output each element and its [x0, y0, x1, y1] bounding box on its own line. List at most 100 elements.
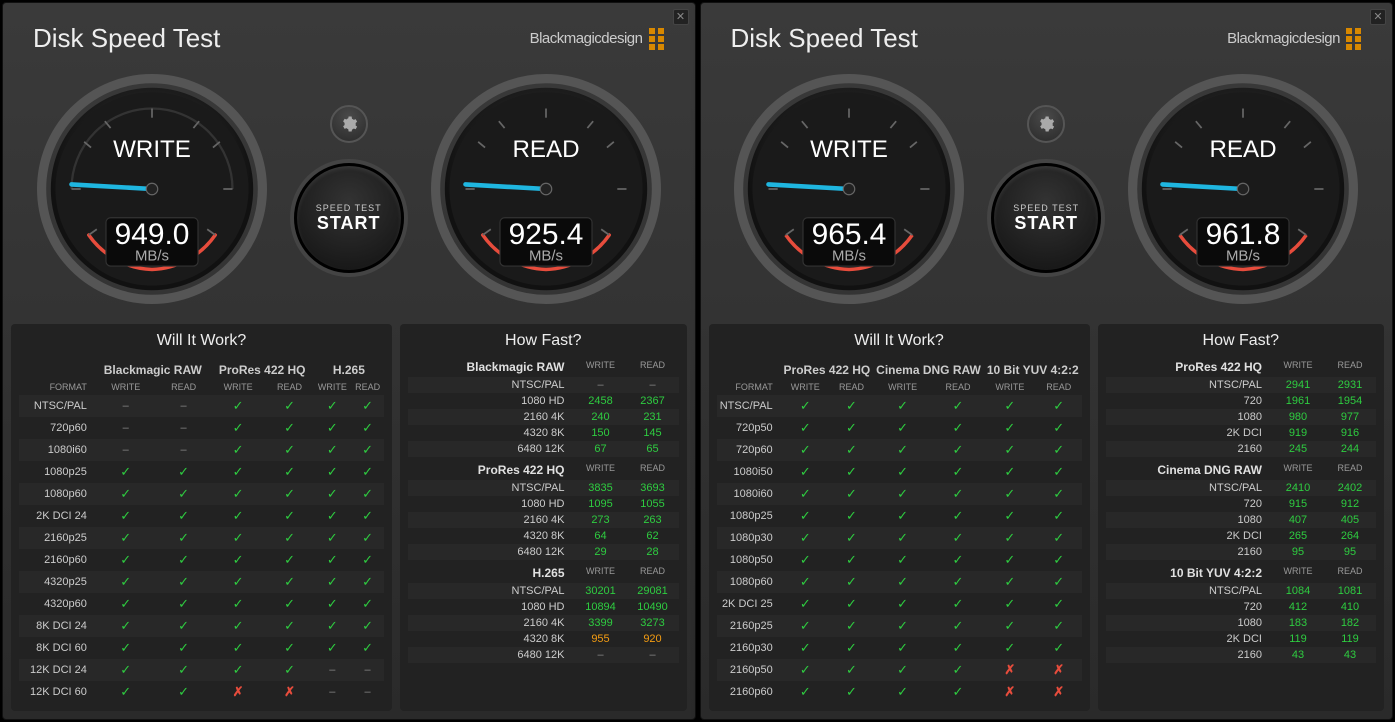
- status-cell: ✓: [314, 571, 351, 593]
- status-cell: ✓: [351, 461, 384, 483]
- table-row: NTSC/PAL✓✓✓✓✓✓: [717, 395, 1082, 417]
- status-cell: ✓: [314, 483, 351, 505]
- hf-read-value: 231: [627, 411, 679, 423]
- status-cell: ✓: [265, 615, 313, 637]
- hf-write-value: 30201: [575, 585, 627, 597]
- check-icon: ✓: [846, 420, 857, 435]
- hf-row: NTSC/PAL––: [408, 377, 678, 393]
- hf-row: 1080980977: [1106, 409, 1376, 425]
- row-label: 4320p60: [19, 593, 95, 615]
- status-cell: ✓: [1036, 417, 1082, 439]
- status-cell: ✓: [351, 637, 384, 659]
- hf-section: ProRes 422 HQWRITEREADNTSC/PAL3835369310…: [408, 463, 678, 560]
- hf-section: 10 Bit YUV 4:2:2WRITEREADNTSC/PAL1084108…: [1106, 566, 1376, 663]
- status-cell: ✓: [265, 483, 313, 505]
- codec-header: ProRes 422 HQ: [211, 360, 314, 379]
- hf-section: ProRes 422 HQWRITEREADNTSC/PAL2941293172…: [1106, 360, 1376, 457]
- check-icon: ✓: [1053, 508, 1064, 523]
- hf-col-write: WRITE: [1272, 566, 1324, 580]
- status-cell: ✓: [932, 549, 984, 571]
- check-icon: ✓: [233, 398, 244, 413]
- write-value: 965.4: [812, 218, 887, 251]
- status-cell: ✓: [873, 637, 932, 659]
- hf-write-value: 273: [575, 514, 627, 526]
- check-icon: ✓: [1053, 640, 1064, 655]
- dash-icon: –: [181, 400, 187, 412]
- check-icon: ✓: [953, 684, 964, 699]
- wiw-body-0: NTSC/PAL––✓✓✓✓720p60––✓✓✓✓1080i60––✓✓✓✓1…: [19, 395, 384, 703]
- start-button[interactable]: SPEED TEST START: [991, 163, 1101, 273]
- status-cell: ✓: [1036, 439, 1082, 461]
- check-icon: ✓: [953, 596, 964, 611]
- hf-label: 2K DCI: [1106, 633, 1272, 645]
- hf-read-value: 263: [627, 514, 679, 526]
- wiw-head-1: ProRes 422 HQCinema DNG RAW10 Bit YUV 4:…: [717, 360, 1082, 395]
- status-cell: ✓: [265, 395, 313, 417]
- status-cell: ✓: [211, 593, 266, 615]
- table-row: 8K DCI 60✓✓✓✓✓✓: [19, 637, 384, 659]
- hf-row: NTSC/PAL3020129081: [408, 583, 678, 599]
- check-icon: ✓: [120, 530, 131, 545]
- hf-row: 1080407405: [1106, 512, 1376, 528]
- start-label-1: SPEED TEST: [316, 203, 382, 213]
- check-icon: ✓: [846, 552, 857, 567]
- hf-read-value: 410: [1324, 601, 1376, 613]
- status-cell: ✓: [95, 637, 157, 659]
- status-cell: ✓: [830, 681, 873, 703]
- status-cell: ✓: [314, 505, 351, 527]
- check-icon: ✓: [362, 398, 373, 413]
- will-it-work-panel: Will It Work? Blackmagic RAWProRes 422 H…: [11, 324, 392, 711]
- status-cell: ✓: [314, 549, 351, 571]
- status-cell: ✓: [95, 593, 157, 615]
- status-cell: ✓: [265, 505, 313, 527]
- hf-write-value: 240: [575, 411, 627, 423]
- hf-row: 72019611954: [1106, 393, 1376, 409]
- wiw-table: ProRes 422 HQCinema DNG RAW10 Bit YUV 4:…: [717, 360, 1082, 703]
- status-cell: ✓: [1036, 637, 1082, 659]
- hf-row: 1080 HD24582367: [408, 393, 678, 409]
- read-gauge: READ 961.8 MB/s: [1128, 74, 1358, 304]
- status-cell: ✓: [932, 527, 984, 549]
- x-icon: ✗: [284, 684, 295, 699]
- status-cell: ✓: [351, 571, 384, 593]
- status-cell: ✓: [781, 395, 830, 417]
- check-icon: ✓: [362, 618, 373, 633]
- check-icon: ✓: [1053, 420, 1064, 435]
- check-icon: ✓: [800, 420, 811, 435]
- status-cell: ✓: [932, 571, 984, 593]
- check-icon: ✓: [897, 442, 908, 457]
- status-cell: ✓: [1036, 615, 1082, 637]
- settings-button[interactable]: [1027, 105, 1065, 143]
- row-label: 720p50: [717, 417, 781, 439]
- hf-label: 2160: [1106, 443, 1272, 455]
- check-icon: ✓: [1053, 552, 1064, 567]
- hf-row: 4320 8K955920: [408, 631, 678, 647]
- hf-write-value: 2458: [575, 395, 627, 407]
- hf-col-write: WRITE: [575, 360, 627, 374]
- dash-icon: –: [329, 686, 335, 698]
- close-button[interactable]: ✕: [673, 9, 689, 25]
- x-icon: ✗: [1053, 662, 1064, 677]
- status-cell: ✓: [1036, 527, 1082, 549]
- hf-label: 2160: [1106, 546, 1272, 558]
- brand-icon: [649, 28, 665, 50]
- check-icon: ✓: [1053, 464, 1064, 479]
- check-icon: ✓: [327, 420, 338, 435]
- status-cell: ✓: [157, 549, 211, 571]
- status-cell: ✓: [211, 483, 266, 505]
- col-read: READ: [265, 379, 313, 395]
- check-icon: ✓: [284, 398, 295, 413]
- check-icon: ✓: [178, 530, 189, 545]
- check-icon: ✓: [846, 618, 857, 633]
- status-cell: ✓: [157, 527, 211, 549]
- close-button[interactable]: ✕: [1370, 9, 1386, 25]
- settings-button[interactable]: [330, 105, 368, 143]
- status-cell: –: [351, 659, 384, 681]
- hf-row: 21609595: [1106, 544, 1376, 560]
- check-icon: ✓: [362, 640, 373, 655]
- hf-read-value: 2931: [1324, 379, 1376, 391]
- hf-label: 1080 HD: [408, 601, 574, 613]
- start-button[interactable]: SPEED TEST START: [294, 163, 404, 273]
- status-cell: ✓: [873, 571, 932, 593]
- read-unit: MB/s: [1226, 247, 1260, 264]
